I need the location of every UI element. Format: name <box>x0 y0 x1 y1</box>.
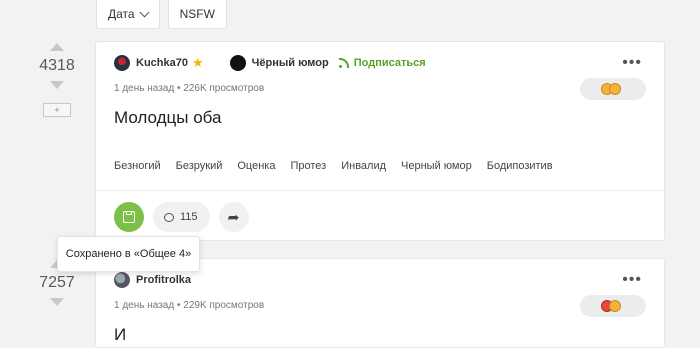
avatar[interactable] <box>114 272 130 288</box>
date-filter-label: Дата <box>108 7 135 21</box>
saved-tooltip: Сохранено в «Общее 4» <box>57 236 200 272</box>
reactions-badge[interactable] <box>580 295 646 317</box>
post-header: Kuchka70 ★ Чёрный юмор Подписаться <box>114 55 426 71</box>
downvote-icon[interactable] <box>50 298 64 306</box>
date-filter-dropdown[interactable]: Дата <box>96 0 160 29</box>
share-icon: ➦ <box>227 208 240 225</box>
tag-list: Безногий Безрукий Оценка Протез Инвалид … <box>114 160 553 172</box>
post-title[interactable]: Молодцы оба <box>114 108 221 128</box>
post-meta: 1 день назад • 226K просмотров <box>114 83 265 94</box>
star-icon: ★ <box>191 55 204 70</box>
author-name[interactable]: Kuchka70 <box>136 57 188 69</box>
save-icon <box>123 211 135 223</box>
tag[interactable]: Бодипозитив <box>487 160 553 172</box>
upvote-icon[interactable] <box>50 43 64 51</box>
tag[interactable]: Оценка <box>237 160 275 172</box>
post-meta: 1 день назад • 229K просмотров <box>114 300 265 311</box>
plus-button[interactable]: + <box>43 103 71 117</box>
community-avatar[interactable] <box>229 55 246 71</box>
avatar[interactable] <box>114 55 130 71</box>
post-actions: 115 ➦ <box>114 202 249 232</box>
post-card-1: Kuchka70 ★ Чёрный юмор Подписаться ••• 1… <box>95 41 665 241</box>
post1-rating: 4318 + <box>36 43 78 117</box>
comments-button[interactable]: 115 <box>153 202 210 232</box>
nsfw-filter-button[interactable]: NSFW <box>167 0 227 29</box>
downvote-icon[interactable] <box>50 81 64 89</box>
rss-icon <box>338 58 349 68</box>
filter-bar: Дата NSFW <box>96 0 227 30</box>
comments-count: 115 <box>180 211 198 223</box>
tag[interactable]: Протез <box>290 160 326 172</box>
reactions-badge[interactable] <box>580 78 646 100</box>
more-options-icon[interactable]: ••• <box>622 272 642 288</box>
community-name[interactable]: Чёрный юмор <box>252 57 329 69</box>
tag[interactable]: Черный юмор <box>401 160 472 172</box>
subscribe-label: Подписаться <box>353 57 426 69</box>
author-name[interactable]: Profitrolka <box>136 274 191 286</box>
share-button[interactable]: ➦ <box>218 202 249 232</box>
rating-value: 7257 <box>39 274 75 291</box>
comment-icon <box>164 212 174 222</box>
post-header: Profitrolka <box>114 272 191 288</box>
more-options-icon[interactable]: ••• <box>622 55 642 71</box>
rating-value: 4318 <box>39 57 75 74</box>
tag[interactable]: Безрукий <box>176 160 223 172</box>
tag[interactable]: Безногий <box>114 160 161 172</box>
chevron-down-icon <box>139 7 150 17</box>
post-title[interactable]: И <box>114 325 126 345</box>
tag[interactable]: Инвалид <box>341 160 386 172</box>
subscribe-button[interactable]: Подписаться <box>338 57 426 69</box>
emoji-icon <box>609 83 621 95</box>
save-button[interactable] <box>114 202 144 232</box>
emoji-icon <box>609 300 621 312</box>
divider <box>96 190 664 191</box>
